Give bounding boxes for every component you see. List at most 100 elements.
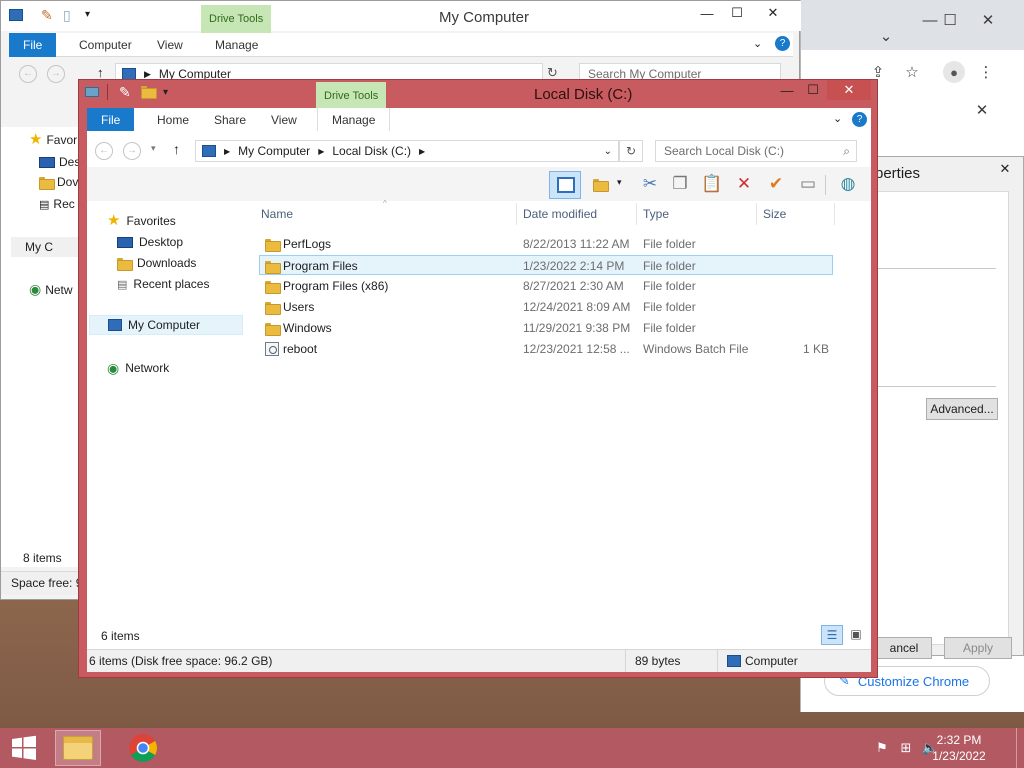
nav-downloads[interactable]: Downloads	[117, 253, 196, 273]
close-icon[interactable]: ✕	[967, 96, 997, 124]
back-icon[interactable]: ←	[95, 142, 113, 160]
nav-desktop[interactable]: Desktop	[117, 232, 183, 252]
clock[interactable]: 2:32 PM 1/23/2022	[924, 732, 994, 764]
advanced-button[interactable]: Advanced...	[926, 398, 998, 420]
close-icon[interactable]: ✕	[973, 6, 1003, 34]
folder-check-icon[interactable]	[587, 171, 613, 197]
nav-recent-places[interactable]: ▤ Recent places	[117, 274, 209, 294]
chevron-down-icon[interactable]: ⌄	[871, 22, 901, 50]
chevron-down-icon[interactable]: ▾	[85, 9, 90, 20]
paste-icon[interactable]: 📋	[699, 171, 725, 197]
taskbar-file-explorer[interactable]	[55, 730, 101, 766]
large-icons-view-icon[interactable]: ▣	[845, 625, 867, 645]
cut-icon[interactable]: ✂	[637, 171, 663, 197]
file-row-windows[interactable]: Windows 11/29/2021 9:38 PM File folder	[259, 318, 833, 338]
tab-home[interactable]: Home	[143, 108, 203, 132]
checkmark-icon[interactable]: ✔	[763, 171, 789, 197]
nav-recent[interactable]: ▤ Rec	[39, 197, 75, 211]
close-icon[interactable]: ✕	[751, 3, 795, 23]
preview-pane-button[interactable]	[549, 171, 581, 199]
start-button[interactable]	[0, 728, 48, 768]
file-date: 8/27/2021 2:30 AM	[523, 279, 624, 293]
file-row-perflogs[interactable]: PerfLogs 8/22/2013 11:22 AM File folder	[259, 234, 833, 254]
recent-locations-icon[interactable]: ▾	[151, 143, 156, 154]
show-desktop-button[interactable]	[1016, 728, 1024, 768]
profile-icon[interactable]: ●	[939, 58, 969, 86]
star-icon[interactable]: ☆	[897, 58, 927, 86]
address-bar[interactable]: ▶ My Computer ▶ Local Disk (C:) ▶ ⌄	[195, 140, 619, 162]
close-icon[interactable]: ✕	[983, 159, 1024, 179]
tab-share[interactable]: Share	[200, 108, 260, 132]
file-date: 1/23/2022 2:14 PM	[523, 259, 625, 273]
up-icon[interactable]: ↑	[97, 65, 104, 80]
tab-manage[interactable]: Manage	[317, 108, 391, 132]
chevron-down-icon[interactable]: ▾	[163, 87, 168, 98]
nav-network[interactable]: ◉ Network	[107, 358, 169, 378]
cancel-button[interactable]: ancel	[876, 637, 932, 659]
up-icon[interactable]: ↑	[173, 141, 180, 157]
column-header-name[interactable]: Name	[261, 203, 517, 225]
file-row-users[interactable]: Users 12/24/2021 8:09 AM File folder	[259, 297, 833, 317]
properties-icon[interactable]: ✎	[119, 84, 131, 101]
action-center-flag-icon[interactable]: ⚑	[874, 740, 890, 756]
delete-icon[interactable]: ✕	[731, 171, 757, 197]
refresh-button[interactable]: ↻	[619, 140, 643, 162]
chevron-down-icon[interactable]: ⌄	[753, 37, 762, 50]
star-icon: ★	[29, 131, 43, 148]
maximize-icon[interactable]: ☐	[799, 80, 827, 100]
minimize-icon[interactable]: —	[693, 3, 721, 23]
help-icon[interactable]: ?	[852, 112, 867, 127]
new-folder-icon[interactable]	[141, 85, 157, 100]
column-header-date-modified[interactable]: Date modified	[523, 203, 637, 225]
globe-icon[interactable]: ◍	[835, 171, 861, 197]
file-row-program-files[interactable]: Program Files 1/23/2022 2:14 PM File fol…	[259, 255, 833, 275]
nav-network[interactable]: ◉ Netw	[29, 281, 73, 298]
taskbar-chrome[interactable]	[120, 730, 166, 766]
help-icon[interactable]: ?	[775, 36, 790, 51]
recent-places-icon: ▤	[117, 278, 128, 291]
file-row-reboot[interactable]: reboot 12/23/2021 12:58 ... Windows Batc…	[259, 339, 833, 359]
nav-downloads[interactable]: Dov	[39, 175, 78, 190]
forward-icon[interactable]: →	[123, 142, 141, 160]
nav-computer[interactable]: My C	[11, 237, 81, 257]
drive-tools-tab[interactable]: Drive Tools	[316, 82, 387, 110]
file-row-program-files-x86[interactable]: Program Files (x86) 8/27/2021 2:30 AM Fi…	[259, 276, 833, 296]
back-icon[interactable]: ←	[19, 65, 37, 83]
tab-computer[interactable]: Computer	[65, 33, 146, 57]
nav-my-computer[interactable]: My Computer	[89, 315, 243, 335]
maximize-icon[interactable]: ☐	[935, 6, 965, 34]
copy-icon[interactable]: ❐	[667, 171, 693, 197]
more-menu-icon[interactable]: ⋮	[971, 58, 1001, 86]
breadcrumb-local-disk[interactable]: Local Disk (C:)	[332, 144, 411, 158]
tab-view[interactable]: View	[143, 33, 197, 57]
network-status-icon[interactable]: ⊞	[898, 740, 914, 756]
chevron-down-icon[interactable]: ⌄	[833, 112, 842, 125]
maximize-icon[interactable]: ☐	[723, 3, 751, 23]
tab-file[interactable]: File	[87, 108, 135, 132]
status-bytes: 89 bytes	[635, 654, 681, 668]
status-bar: 6 items (Disk free space: 96.2 GB) 89 by…	[87, 649, 871, 672]
minimize-icon[interactable]: —	[773, 80, 801, 100]
search-icon: ⌕	[843, 143, 850, 158]
nav-favorites[interactable]: ★ Favorites	[107, 211, 176, 231]
close-icon[interactable]: ✕	[827, 80, 871, 100]
properties-icon[interactable]: ✎	[41, 7, 53, 24]
search-input[interactable]: Search Local Disk (C:) ⌕	[655, 140, 857, 162]
apply-button[interactable]: Apply	[944, 637, 1012, 659]
chevron-down-icon[interactable]: ⌄	[604, 146, 612, 157]
tab-file[interactable]: File	[9, 33, 57, 57]
chevron-down-icon[interactable]: ▾	[617, 177, 622, 188]
tab-view[interactable]: View	[257, 108, 311, 132]
forward-icon[interactable]: →	[47, 65, 65, 83]
new-folder-icon[interactable]: ▯	[63, 7, 71, 24]
ribbon-tab-row: File Home Share View Manage ⌄ ?	[87, 108, 871, 132]
column-header-type[interactable]: Type	[643, 203, 757, 225]
nav-desktop[interactable]: Des	[39, 155, 80, 169]
rename-icon[interactable]: ▭	[795, 171, 821, 197]
drive-tools-tab[interactable]: Drive Tools	[201, 5, 272, 33]
tab-manage[interactable]: Manage	[201, 33, 272, 57]
nav-favorites[interactable]: ★ Favor	[29, 131, 77, 148]
breadcrumb-my-computer[interactable]: My Computer	[238, 144, 310, 158]
column-header-size[interactable]: Size	[763, 203, 835, 225]
details-view-icon[interactable]: ☰	[821, 625, 843, 645]
